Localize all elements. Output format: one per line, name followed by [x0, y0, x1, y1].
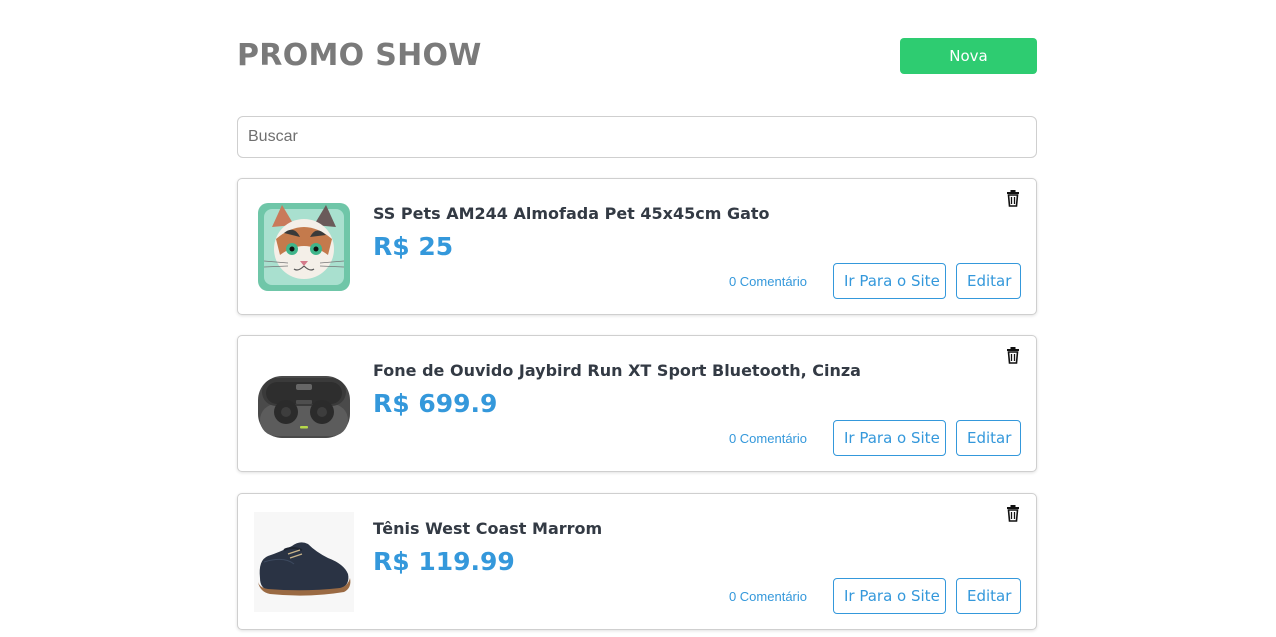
promotion-card: Tênis West Coast Marrom R$ 119.99 0 Come…: [237, 493, 1037, 630]
comments-link[interactable]: 0 Comentário: [729, 431, 807, 446]
promotion-card: Fone de Ouvido Jaybird Run XT Sport Blue…: [237, 335, 1037, 472]
product-price: R$ 699.9: [373, 389, 498, 418]
product-name: Tênis West Coast Marrom: [373, 519, 603, 538]
go-to-site-button[interactable]: Ir Para o Site: [833, 420, 946, 456]
cat-pillow-image: [252, 195, 356, 299]
comments-link[interactable]: 0 Comentário: [729, 274, 807, 289]
new-promotion-button[interactable]: Nova Promoção: [900, 38, 1037, 101]
product-price: R$ 25: [373, 232, 454, 261]
search-input[interactable]: [237, 116, 1037, 158]
promotion-card: SS Pets AM244 Almofada Pet 45x45cm Gato …: [237, 178, 1037, 315]
trash-icon[interactable]: [1004, 346, 1022, 364]
edit-button[interactable]: Editar: [956, 420, 1021, 456]
header: PROMO SHOW Nova Promoção: [237, 36, 1037, 101]
app-title: PROMO SHOW: [237, 38, 482, 73]
shoe-image: [252, 510, 356, 614]
go-to-site-button[interactable]: Ir Para o Site: [833, 578, 946, 614]
product-name: SS Pets AM244 Almofada Pet 45x45cm Gato: [373, 204, 770, 223]
edit-button[interactable]: Editar: [956, 263, 1021, 299]
trash-icon[interactable]: [1004, 504, 1022, 522]
product-price: R$ 119.99: [373, 547, 515, 576]
trash-icon[interactable]: [1004, 189, 1022, 207]
page: PROMO SHOW Nova Promoção Buscar SS Pets …: [0, 0, 1276, 637]
edit-button[interactable]: Editar: [956, 578, 1021, 614]
go-to-site-button[interactable]: Ir Para o Site: [833, 263, 946, 299]
comments-link[interactable]: 0 Comentário: [729, 589, 807, 604]
product-name: Fone de Ouvido Jaybird Run XT Sport Blue…: [373, 361, 861, 380]
earbuds-case-image: [252, 352, 356, 456]
